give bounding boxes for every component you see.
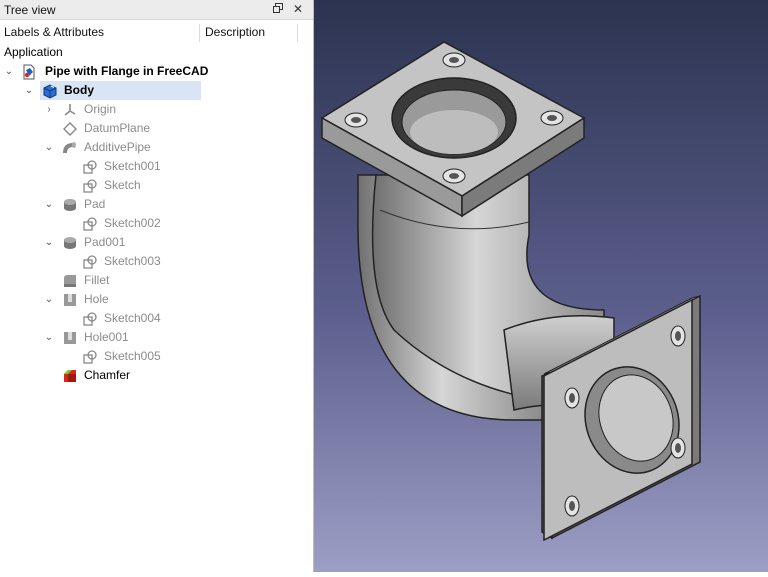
- fillet-icon: [62, 273, 78, 289]
- sketch-icon: [82, 311, 98, 327]
- tree-item-sketch005[interactable]: Sketch005: [0, 347, 313, 366]
- tree-view-panel: Tree view ✕ Labels & Attributes Descript…: [0, 0, 314, 572]
- additive-pipe-icon: [62, 140, 78, 156]
- tree-item-datumplane[interactable]: DatumPlane: [0, 119, 313, 138]
- chevron-down-icon[interactable]: ⌄: [43, 138, 55, 157]
- chevron-right-icon[interactable]: ›: [43, 100, 55, 119]
- header-divider[interactable]: [297, 24, 298, 42]
- sketch-icon: [82, 216, 98, 232]
- document-icon: [21, 64, 37, 80]
- tree-item-sketch003[interactable]: Sketch003: [0, 252, 313, 271]
- tree-item-sketch001[interactable]: Sketch001: [0, 157, 313, 176]
- chevron-down-icon[interactable]: ⌄: [43, 328, 55, 347]
- chevron-down-icon[interactable]: ⌄: [23, 81, 35, 100]
- tree-item-hole[interactable]: ⌄ Hole: [0, 290, 313, 309]
- tree-item-label: Pad001: [84, 235, 126, 249]
- tree-item-label: Sketch002: [104, 216, 161, 230]
- tree-item-label: Sketch004: [104, 311, 161, 325]
- sketch-icon: [82, 159, 98, 175]
- tree-item-label: Sketch: [104, 178, 141, 192]
- tree-item-label: AdditivePipe: [84, 140, 151, 154]
- application-label: Application: [4, 45, 63, 59]
- tree-item-body[interactable]: ⌄ Body: [0, 81, 313, 100]
- chevron-down-icon[interactable]: ⌄: [43, 195, 55, 214]
- sketch-icon: [82, 349, 98, 365]
- pipe-flange-model: [320, 41, 701, 542]
- tree-item-label: Hole001: [84, 330, 129, 344]
- tree-item-document[interactable]: ⌄ Pipe with Flange in FreeCAD: [0, 62, 313, 81]
- sketch-icon: [82, 178, 98, 194]
- pad-icon: [62, 197, 78, 213]
- tree-item-label: Hole: [84, 292, 109, 306]
- tree-item-label: DatumPlane: [84, 121, 151, 135]
- tree-item-label: Pipe with Flange in FreeCAD: [45, 64, 209, 78]
- labels-attributes-header[interactable]: Labels & Attributes: [4, 25, 104, 39]
- chevron-down-icon[interactable]: ⌄: [43, 233, 55, 252]
- tree-item-label: Fillet: [84, 273, 110, 287]
- tree-item-additivepipe[interactable]: ⌄ AdditivePipe: [0, 138, 313, 157]
- tree-item-label: Sketch001: [104, 159, 161, 173]
- body-icon: [42, 83, 58, 99]
- tree-item-label: Body: [64, 83, 94, 97]
- tree-view-titlebar: Tree view ✕: [0, 0, 313, 20]
- tree-item-chamfer[interactable]: Chamfer: [0, 366, 313, 385]
- tree-item-label: Origin: [84, 102, 117, 116]
- float-icon[interactable]: [270, 1, 286, 17]
- tree-item-origin[interactable]: › Origin: [0, 100, 313, 119]
- chevron-down-icon[interactable]: ⌄: [3, 62, 15, 81]
- tree-root: Application: [0, 43, 313, 62]
- tree-item-sketch004[interactable]: Sketch004: [0, 309, 313, 328]
- tree-item-label: Pad: [84, 197, 106, 211]
- pad-icon: [62, 235, 78, 251]
- tree-item-label: Chamfer: [84, 368, 131, 382]
- header-divider[interactable]: [199, 24, 200, 42]
- hole-icon: [62, 330, 78, 346]
- chevron-down-icon[interactable]: ⌄: [43, 290, 55, 309]
- tree-item-label: Sketch005: [104, 349, 161, 363]
- description-header[interactable]: Description: [205, 25, 265, 39]
- datum-plane-icon: [62, 121, 78, 137]
- 3d-viewport[interactable]: [314, 0, 768, 572]
- tree-column-headers: Labels & Attributes Description: [0, 22, 313, 43]
- tree-item-sketch002[interactable]: Sketch002: [0, 214, 313, 233]
- tree-item-label: Sketch003: [104, 254, 161, 268]
- chamfer-icon: [62, 368, 78, 384]
- tree-item-pad[interactable]: ⌄ Pad: [0, 195, 313, 214]
- tree-view-title: Tree view: [4, 3, 56, 17]
- origin-icon: [62, 102, 78, 118]
- close-icon[interactable]: ✕: [290, 1, 306, 17]
- sketch-icon: [82, 254, 98, 270]
- tree-item-fillet[interactable]: Fillet: [0, 271, 313, 290]
- tree-item-hole001[interactable]: ⌄ Hole001: [0, 328, 313, 347]
- tree-item-pad001[interactable]: ⌄ Pad001: [0, 233, 313, 252]
- tree-item-sketch[interactable]: Sketch: [0, 176, 313, 195]
- hole-icon: [62, 292, 78, 308]
